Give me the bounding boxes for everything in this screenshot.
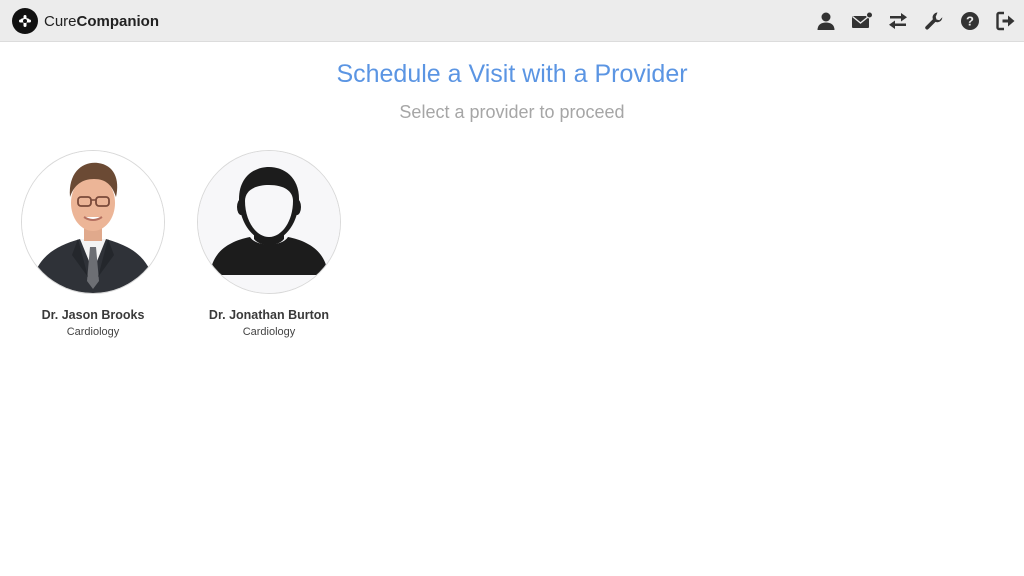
page-subtitle: Select a provider to proceed [399,102,625,122]
brand-name: CureCompanion [44,13,159,30]
provider-card-jason-brooks[interactable]: Dr. Jason Brooks Cardiology [20,150,166,338]
brand-logo-icon [12,8,38,34]
page-title: Schedule a Visit with a Provider [336,60,688,88]
provider-specialty: Cardiology [66,326,120,338]
provider-card-jonathan-burton[interactable]: Dr. Jonathan Burton Cardiology [196,150,342,338]
top-navbar: CureCompanion ? [0,0,1024,42]
provider-specialty: Cardiology [242,326,296,338]
brand-prefix: Cure [44,12,77,30]
user-icon[interactable] [814,9,838,33]
nav-icons: ? [802,9,1018,33]
placeholder-avatar-icon[interactable] [197,150,341,294]
wrench-icon[interactable] [922,9,946,33]
brand-suffix: Companion [76,12,160,30]
provider-photo[interactable] [21,150,165,294]
logout-icon[interactable] [994,9,1018,33]
brand[interactable]: CureCompanion [12,8,159,34]
svg-text:?: ? [966,14,974,29]
transfer-icon[interactable] [886,9,910,33]
provider-name: Dr. Jason Brooks [41,308,145,322]
mail-notification-icon[interactable] [850,9,874,33]
provider-name: Dr. Jonathan Burton [208,308,330,322]
help-icon[interactable]: ? [958,9,982,33]
